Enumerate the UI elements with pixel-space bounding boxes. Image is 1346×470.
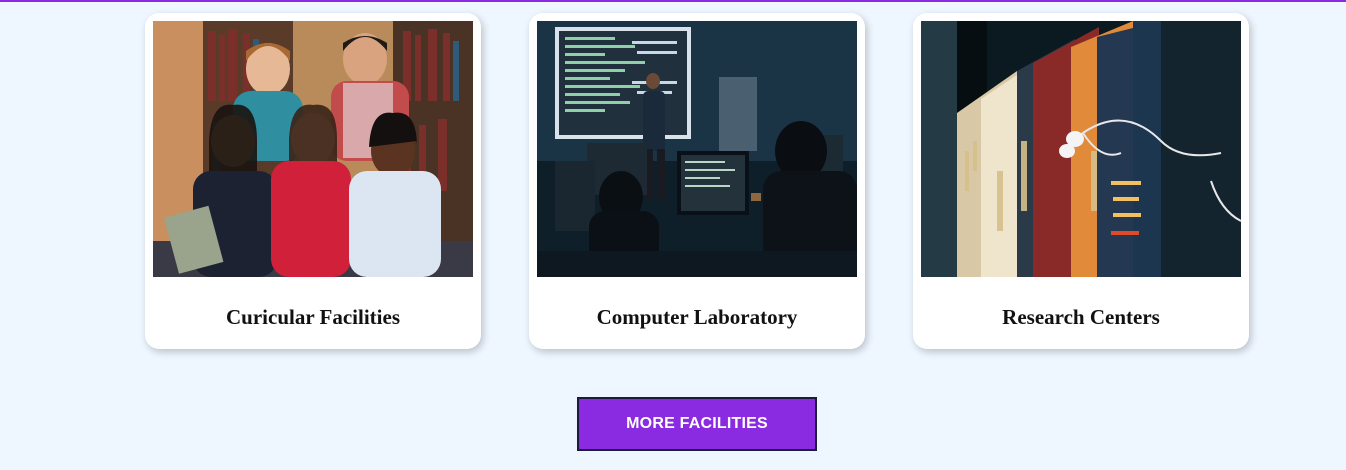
facility-title: Computer Laboratory [596, 305, 798, 329]
facility-card-computer-lab[interactable]: Computer Laboratory [529, 13, 865, 349]
facilities-grid: Curicular Facilities Computer Laboratory… [145, 13, 1249, 349]
books-earphones-photo [921, 21, 1241, 277]
facility-title: Research Centers [1002, 305, 1160, 329]
facility-card-research[interactable]: Research Centers [913, 13, 1249, 349]
students-group-photo [153, 21, 473, 277]
more-facilities-button[interactable]: MORE FACILITIES [577, 397, 817, 451]
top-accent-bar [0, 0, 1346, 2]
facility-card-curicular[interactable]: Curicular Facilities [145, 13, 481, 349]
facility-title: Curicular Facilities [226, 305, 400, 329]
computer-lab-photo [537, 21, 857, 277]
